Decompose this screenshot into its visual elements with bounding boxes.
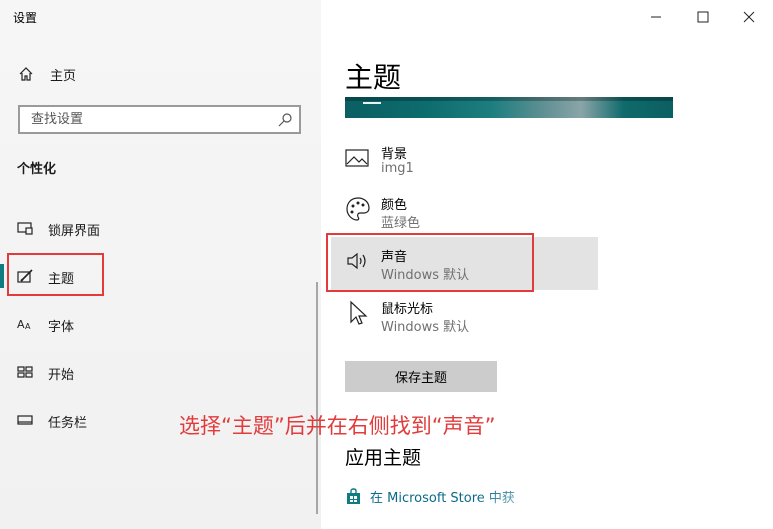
store-bag-icon <box>347 488 360 504</box>
window-title: 设置 <box>13 11 38 25</box>
setting-mouse-cursor[interactable]: 鼠标光标 Windows 默认 <box>345 298 595 342</box>
active-indicator <box>0 264 4 288</box>
sidebar-item-label: 开始 <box>48 368 75 383</box>
search-icon[interactable] <box>277 112 293 128</box>
taskbar-icon <box>17 415 33 425</box>
svg-text:A: A <box>17 318 25 331</box>
save-theme-button[interactable]: 保存主题 <box>345 361 497 392</box>
corner-fade-overlay <box>480 458 773 529</box>
sidebar: 设置 主页 个性化 锁屏界面 主题 A A <box>0 0 321 529</box>
lock-screen-icon <box>17 222 33 235</box>
setting-title: 背景 <box>381 147 408 162</box>
sidebar-item-lock-screen[interactable]: 锁屏界面 <box>0 210 321 246</box>
setting-color[interactable]: 颜色 蓝绿色 <box>345 194 595 238</box>
sidebar-item-start[interactable]: 开始 <box>0 354 321 390</box>
minimize-icon <box>651 16 661 18</box>
close-button[interactable] <box>739 6 759 26</box>
section-heading: 个性化 <box>17 162 57 177</box>
page-title: 主题 <box>345 61 402 94</box>
setting-title: 颜色 <box>381 198 408 213</box>
annotation-text: 选择“主题”后并在右侧找到“声音” <box>179 414 496 438</box>
annotation-highlight-theme <box>7 253 104 296</box>
setting-background[interactable]: 背景 img1 <box>345 143 595 187</box>
cursor-icon <box>350 300 368 325</box>
picture-icon <box>345 149 369 167</box>
annotation-highlight-sound <box>326 233 534 292</box>
sidebar-item-home-label: 主页 <box>50 68 77 84</box>
maximize-button[interactable] <box>693 6 713 26</box>
palette-icon <box>346 197 370 221</box>
setting-value: 蓝绿色 <box>381 216 421 231</box>
start-grid-icon <box>17 366 33 378</box>
home-icon <box>19 67 33 81</box>
setting-value: Windows 默认 <box>381 320 470 335</box>
svg-text:A: A <box>25 322 31 331</box>
search-box[interactable] <box>18 105 301 134</box>
sidebar-item-label: 任务栏 <box>48 416 88 431</box>
sidebar-item-label: 字体 <box>48 320 75 335</box>
theme-preview-image <box>345 97 673 118</box>
theme-preview-dash <box>363 102 381 104</box>
sidebar-scrollbar[interactable] <box>316 282 318 514</box>
setting-value: img1 <box>381 161 414 176</box>
font-icon: A A <box>17 318 31 331</box>
sidebar-item-label: 锁屏界面 <box>48 224 101 239</box>
minimize-button[interactable] <box>646 6 666 26</box>
apply-theme-heading: 应用主题 <box>345 447 422 469</box>
sidebar-item-home[interactable]: 主页 <box>18 64 76 84</box>
setting-title: 鼠标光标 <box>381 302 434 317</box>
close-icon <box>743 11 755 23</box>
search-input[interactable] <box>29 111 277 128</box>
maximize-icon <box>697 11 709 23</box>
sidebar-item-font[interactable]: A A 字体 <box>0 306 321 342</box>
theme-preview-strip <box>345 97 673 101</box>
